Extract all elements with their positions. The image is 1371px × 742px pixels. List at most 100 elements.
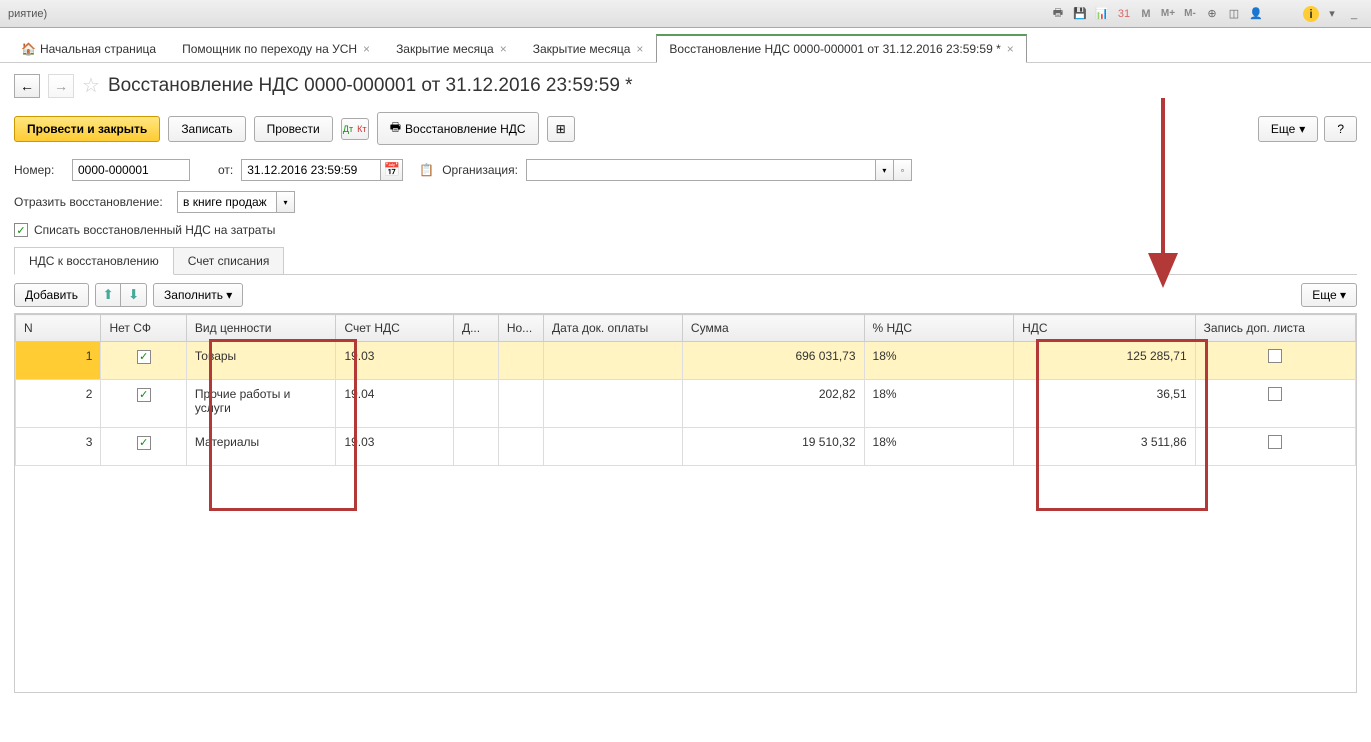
- col-header-pct[interactable]: % НДС: [864, 315, 1014, 342]
- help-button[interactable]: ?: [1324, 116, 1357, 142]
- printer-icon: 🖶: [390, 118, 401, 139]
- table-row[interactable]: 3 ✓ Материалы 19.03 19 510,32 18% 3 511,…: [16, 428, 1356, 466]
- col-header-n[interactable]: N: [16, 315, 101, 342]
- writeoff-label: Списать восстановленный НДС на затраты: [34, 223, 275, 237]
- more-label: Еще: [1271, 122, 1295, 136]
- close-icon[interactable]: ×: [500, 42, 507, 56]
- more-button[interactable]: Еще ▾: [1258, 116, 1318, 142]
- col-header-no[interactable]: Но...: [498, 315, 543, 342]
- cell-nds: 3 511,86: [1014, 428, 1196, 466]
- reflect-select[interactable]: [177, 191, 277, 213]
- toolbar-minimize-icon[interactable]: _: [1345, 5, 1363, 23]
- toolbar-calc-icon[interactable]: 📊: [1093, 5, 1111, 23]
- tab-usn[interactable]: Помощник по переходу на УСН ×: [169, 34, 383, 62]
- org-dropdown-button[interactable]: ▾: [876, 159, 894, 181]
- save-button[interactable]: Записать: [168, 116, 245, 142]
- fill-button[interactable]: Заполнить ▾: [153, 283, 243, 307]
- tab-vat-restore[interactable]: Восстановление НДС 0000-000001 от 31.12.…: [656, 34, 1026, 63]
- org-open-button[interactable]: ▫: [894, 159, 912, 181]
- toolbar-zoom-icon[interactable]: ⊕: [1203, 5, 1221, 23]
- close-icon[interactable]: ×: [636, 42, 643, 56]
- table-row[interactable]: 1 ✓ Товары 19.03 696 031,73 18% 125 285,…: [16, 342, 1356, 380]
- close-icon[interactable]: ×: [1007, 42, 1014, 56]
- toolbar-mplus-icon[interactable]: M+: [1159, 5, 1177, 23]
- tab-closing1[interactable]: Закрытие месяца ×: [383, 34, 520, 62]
- cell-n: 3: [16, 428, 101, 466]
- close-icon[interactable]: ×: [363, 42, 370, 56]
- toolbar-user-icon[interactable]: 👤: [1247, 5, 1265, 23]
- dtdt-button[interactable]: ДтКт: [341, 118, 369, 140]
- post-button[interactable]: Провести: [254, 116, 333, 142]
- toolbar-calendar-icon[interactable]: 31: [1115, 5, 1133, 23]
- tab-closing2[interactable]: Закрытие месяца ×: [520, 34, 657, 62]
- cell-sum: 696 031,73: [682, 342, 864, 380]
- subtab-vat[interactable]: НДС к восстановлению: [14, 247, 174, 275]
- cell-pct: 18%: [864, 428, 1014, 466]
- post-close-button[interactable]: Провести и закрыть: [14, 116, 160, 142]
- cell-schet: 19.03: [336, 342, 454, 380]
- structure-button[interactable]: ⊞: [547, 116, 575, 142]
- toolbar-save-icon[interactable]: 💾: [1071, 5, 1089, 23]
- nav-forward-button[interactable]: →: [48, 74, 74, 98]
- writeoff-checkbox[interactable]: ✓: [14, 223, 28, 237]
- page-title: Восстановление НДС 0000-000001 от 31.12.…: [108, 75, 633, 97]
- cell-dop[interactable]: [1195, 342, 1355, 380]
- favorite-star-icon[interactable]: ☆: [82, 73, 100, 98]
- toolbar-dropdown-icon[interactable]: ▾: [1323, 5, 1341, 23]
- col-header-d[interactable]: Д...: [453, 315, 498, 342]
- cell-sf[interactable]: ✓: [101, 342, 186, 380]
- col-header-dop[interactable]: Запись доп. листа: [1195, 315, 1355, 342]
- move-up-button[interactable]: ⬆: [95, 283, 121, 307]
- cell-d: [453, 380, 498, 428]
- cell-dop[interactable]: [1195, 380, 1355, 428]
- col-header-sf[interactable]: Нет СФ: [101, 315, 186, 342]
- cell-schet: 19.03: [336, 428, 454, 466]
- print-label: Восстановление НДС: [405, 122, 526, 136]
- number-label: Номер:: [14, 163, 64, 177]
- add-button[interactable]: Добавить: [14, 283, 89, 307]
- cell-no: [498, 428, 543, 466]
- org-input[interactable]: [526, 159, 876, 181]
- subtab-account[interactable]: Счет списания: [173, 247, 285, 274]
- cell-schet: 19.04: [336, 380, 454, 428]
- cell-vid: Прочие работы и услуги: [186, 380, 336, 428]
- cell-n: 1: [16, 342, 101, 380]
- fill-label: Заполнить: [164, 288, 223, 302]
- cell-sf[interactable]: ✓: [101, 380, 186, 428]
- cell-nds: 125 285,71: [1014, 342, 1196, 380]
- cell-sum: 202,82: [682, 380, 864, 428]
- cell-date: [544, 342, 683, 380]
- tab-label: Восстановление НДС 0000-000001 от 31.12.…: [669, 42, 1000, 56]
- window-title-fragment: риятие): [8, 8, 47, 20]
- toolbar-info-icon[interactable]: i: [1303, 6, 1319, 22]
- vat-table: N Нет СФ Вид ценности Счет НДС Д... Но..…: [15, 314, 1356, 466]
- table-more-label: Еще: [1312, 288, 1336, 302]
- toolbar-panels-icon[interactable]: ◫: [1225, 5, 1243, 23]
- cell-sf[interactable]: ✓: [101, 428, 186, 466]
- toolbar-print-icon[interactable]: 🖶: [1049, 5, 1067, 23]
- tab-home[interactable]: 🏠 Начальная страница: [8, 34, 169, 62]
- date-input[interactable]: [241, 159, 381, 181]
- col-header-date[interactable]: Дата док. оплаты: [544, 315, 683, 342]
- print-button[interactable]: 🖶 Восстановление НДС: [377, 112, 539, 145]
- cell-no: [498, 380, 543, 428]
- number-input[interactable]: [72, 159, 190, 181]
- reflect-dropdown-button[interactable]: ▾: [277, 191, 295, 213]
- col-header-schet[interactable]: Счет НДС: [336, 315, 454, 342]
- nav-back-button[interactable]: ←: [14, 74, 40, 98]
- col-header-nds[interactable]: НДС: [1014, 315, 1196, 342]
- toolbar-mminus-icon[interactable]: M-: [1181, 5, 1199, 23]
- col-header-sum[interactable]: Сумма: [682, 315, 864, 342]
- col-header-vid[interactable]: Вид ценности: [186, 315, 336, 342]
- cell-vid: Материалы: [186, 428, 336, 466]
- tab-label: Помощник по переходу на УСН: [182, 42, 357, 56]
- cell-d: [453, 342, 498, 380]
- table-row[interactable]: 2 ✓ Прочие работы и услуги 19.04 202,82 …: [16, 380, 1356, 428]
- calendar-icon[interactable]: 📅: [381, 159, 403, 181]
- date-label: от:: [218, 163, 233, 177]
- table-more-button[interactable]: Еще ▾: [1301, 283, 1357, 307]
- home-icon: 🏠: [21, 42, 36, 56]
- toolbar-m-icon[interactable]: M: [1137, 5, 1155, 23]
- move-down-button[interactable]: ⬇: [121, 283, 147, 307]
- cell-dop[interactable]: [1195, 428, 1355, 466]
